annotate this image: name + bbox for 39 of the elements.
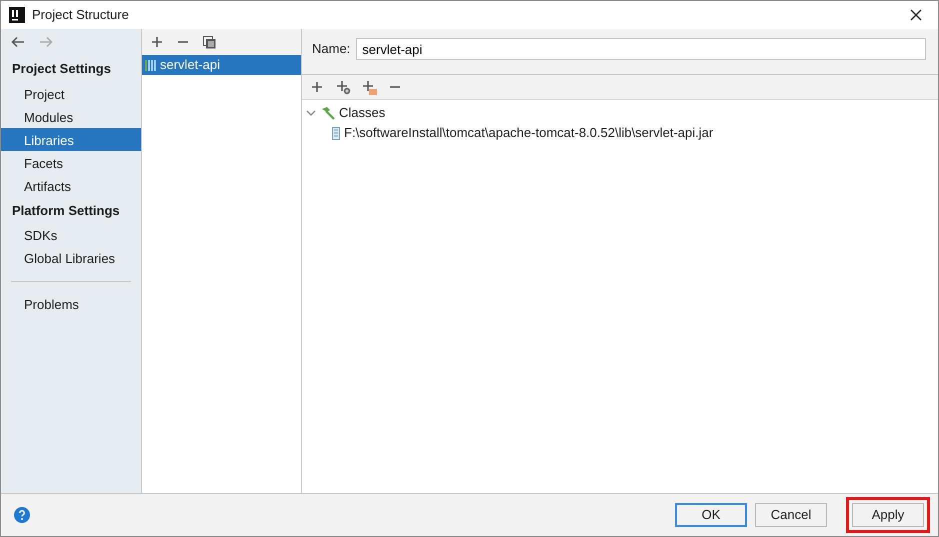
add-web-button[interactable] (335, 79, 351, 95)
section-heading: Project Settings (11, 60, 112, 78)
copy-icon (202, 36, 216, 48)
hammer-icon (320, 106, 335, 120)
sidebar-item[interactable]: Problems (1, 292, 141, 315)
file-path: F:\softwareInstall\tomcat\apache-tomcat-8.0.52\lib\servlet-api.jar (344, 124, 714, 142)
library-icon (145, 58, 156, 72)
sidebar-item[interactable]: Modules (1, 104, 141, 128)
section-heading: Platform Settings (11, 202, 121, 220)
add-folder-button[interactable] (361, 79, 377, 95)
add-folder-icon (362, 80, 376, 94)
name-field[interactable]: servlet-api (356, 38, 926, 60)
help-icon[interactable] (14, 507, 30, 523)
sidebar-item[interactable]: SDKs (1, 223, 141, 246)
sidebar-item[interactable]: Artifacts (1, 174, 141, 196)
close-icon (910, 9, 922, 21)
dialog-button[interactable]: OK (675, 503, 747, 527)
forward-icon (39, 36, 53, 48)
sidebar-item[interactable]: Facets (1, 150, 141, 174)
back-icon (11, 36, 25, 48)
library-item[interactable]: servlet-api (142, 55, 301, 75)
sidebar-item[interactable]: Global Libraries (1, 246, 141, 269)
app-logo-icon (9, 7, 25, 23)
name-label: Name: (312, 40, 350, 58)
add-web-icon (336, 80, 350, 94)
dialog-button[interactable]: Apply (852, 503, 924, 527)
add-icon (151, 36, 163, 48)
tree-node[interactable]: Classes (339, 103, 386, 123)
copy-button[interactable] (201, 34, 217, 50)
jar-icon (332, 126, 340, 140)
add-icon (311, 81, 323, 93)
sidebar-item[interactable]: Libraries (1, 128, 141, 150)
window-title: Project Structure (32, 6, 129, 24)
back-button[interactable] (10, 34, 26, 50)
add-button[interactable] (309, 79, 325, 95)
add-button[interactable] (149, 34, 165, 50)
close-button[interactable] (908, 7, 924, 23)
dialog-button[interactable]: Cancel (755, 503, 827, 527)
sidebar-item[interactable]: Project (1, 82, 141, 104)
